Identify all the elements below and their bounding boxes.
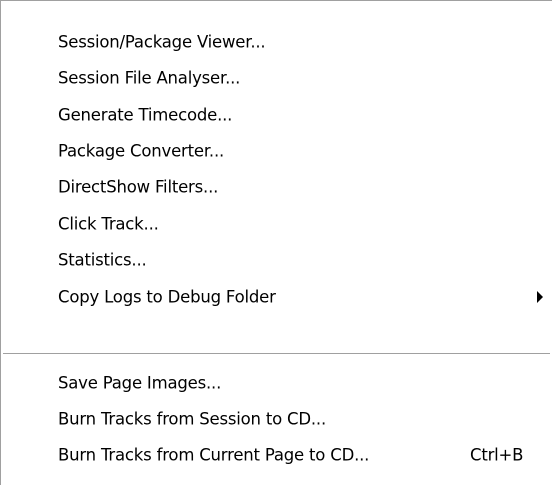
menu-item-label: Package Converter... xyxy=(58,141,225,161)
context-menu: Session/Package Viewer... Session File A… xyxy=(0,0,552,485)
menu-item-session-package-viewer[interactable]: Session/Package Viewer... xyxy=(1,24,552,60)
submenu-arrow-icon xyxy=(537,291,543,303)
menu-item-generate-timecode[interactable]: Generate Timecode... xyxy=(1,97,552,133)
menu-item-label: Save Page Images... xyxy=(58,373,222,393)
menu-item-label: Click Track... xyxy=(58,214,159,234)
menu-item-burn-tracks-from-current-page[interactable]: Burn Tracks from Current Page to CD... C… xyxy=(1,437,552,473)
menu-item-label: Burn Tracks from Current Page to CD... xyxy=(58,445,370,465)
menu-item-session-file-analyser[interactable]: Session File Analyser... xyxy=(1,60,552,96)
menu-item-save-page-images[interactable]: Save Page Images... xyxy=(1,365,552,401)
menu-item-statistics[interactable]: Statistics... xyxy=(1,242,552,278)
menu-item-package-converter[interactable]: Package Converter... xyxy=(1,133,552,169)
menu-item-label: Generate Timecode... xyxy=(58,105,233,125)
menu-item-burn-tracks-from-session[interactable]: Burn Tracks from Session to CD... xyxy=(1,401,552,437)
menu-item-label: Copy Logs to Debug Folder xyxy=(58,287,276,307)
menu-item-directshow-filters[interactable]: DirectShow Filters... xyxy=(1,169,552,205)
keyboard-shortcut: Ctrl+B xyxy=(470,445,524,465)
menu-item-click-track[interactable]: Click Track... xyxy=(1,206,552,242)
menu-separator xyxy=(3,353,550,355)
menu-item-label: DirectShow Filters... xyxy=(58,177,219,197)
menu-item-label: Session File Analyser... xyxy=(58,68,241,88)
menu-item-label: Burn Tracks from Session to CD... xyxy=(58,409,327,429)
menu-item-label: Statistics... xyxy=(58,250,147,270)
menu-item-copy-logs-to-debug-folder[interactable]: Copy Logs to Debug Folder xyxy=(1,279,552,315)
menu-item-label: Session/Package Viewer... xyxy=(58,32,266,52)
